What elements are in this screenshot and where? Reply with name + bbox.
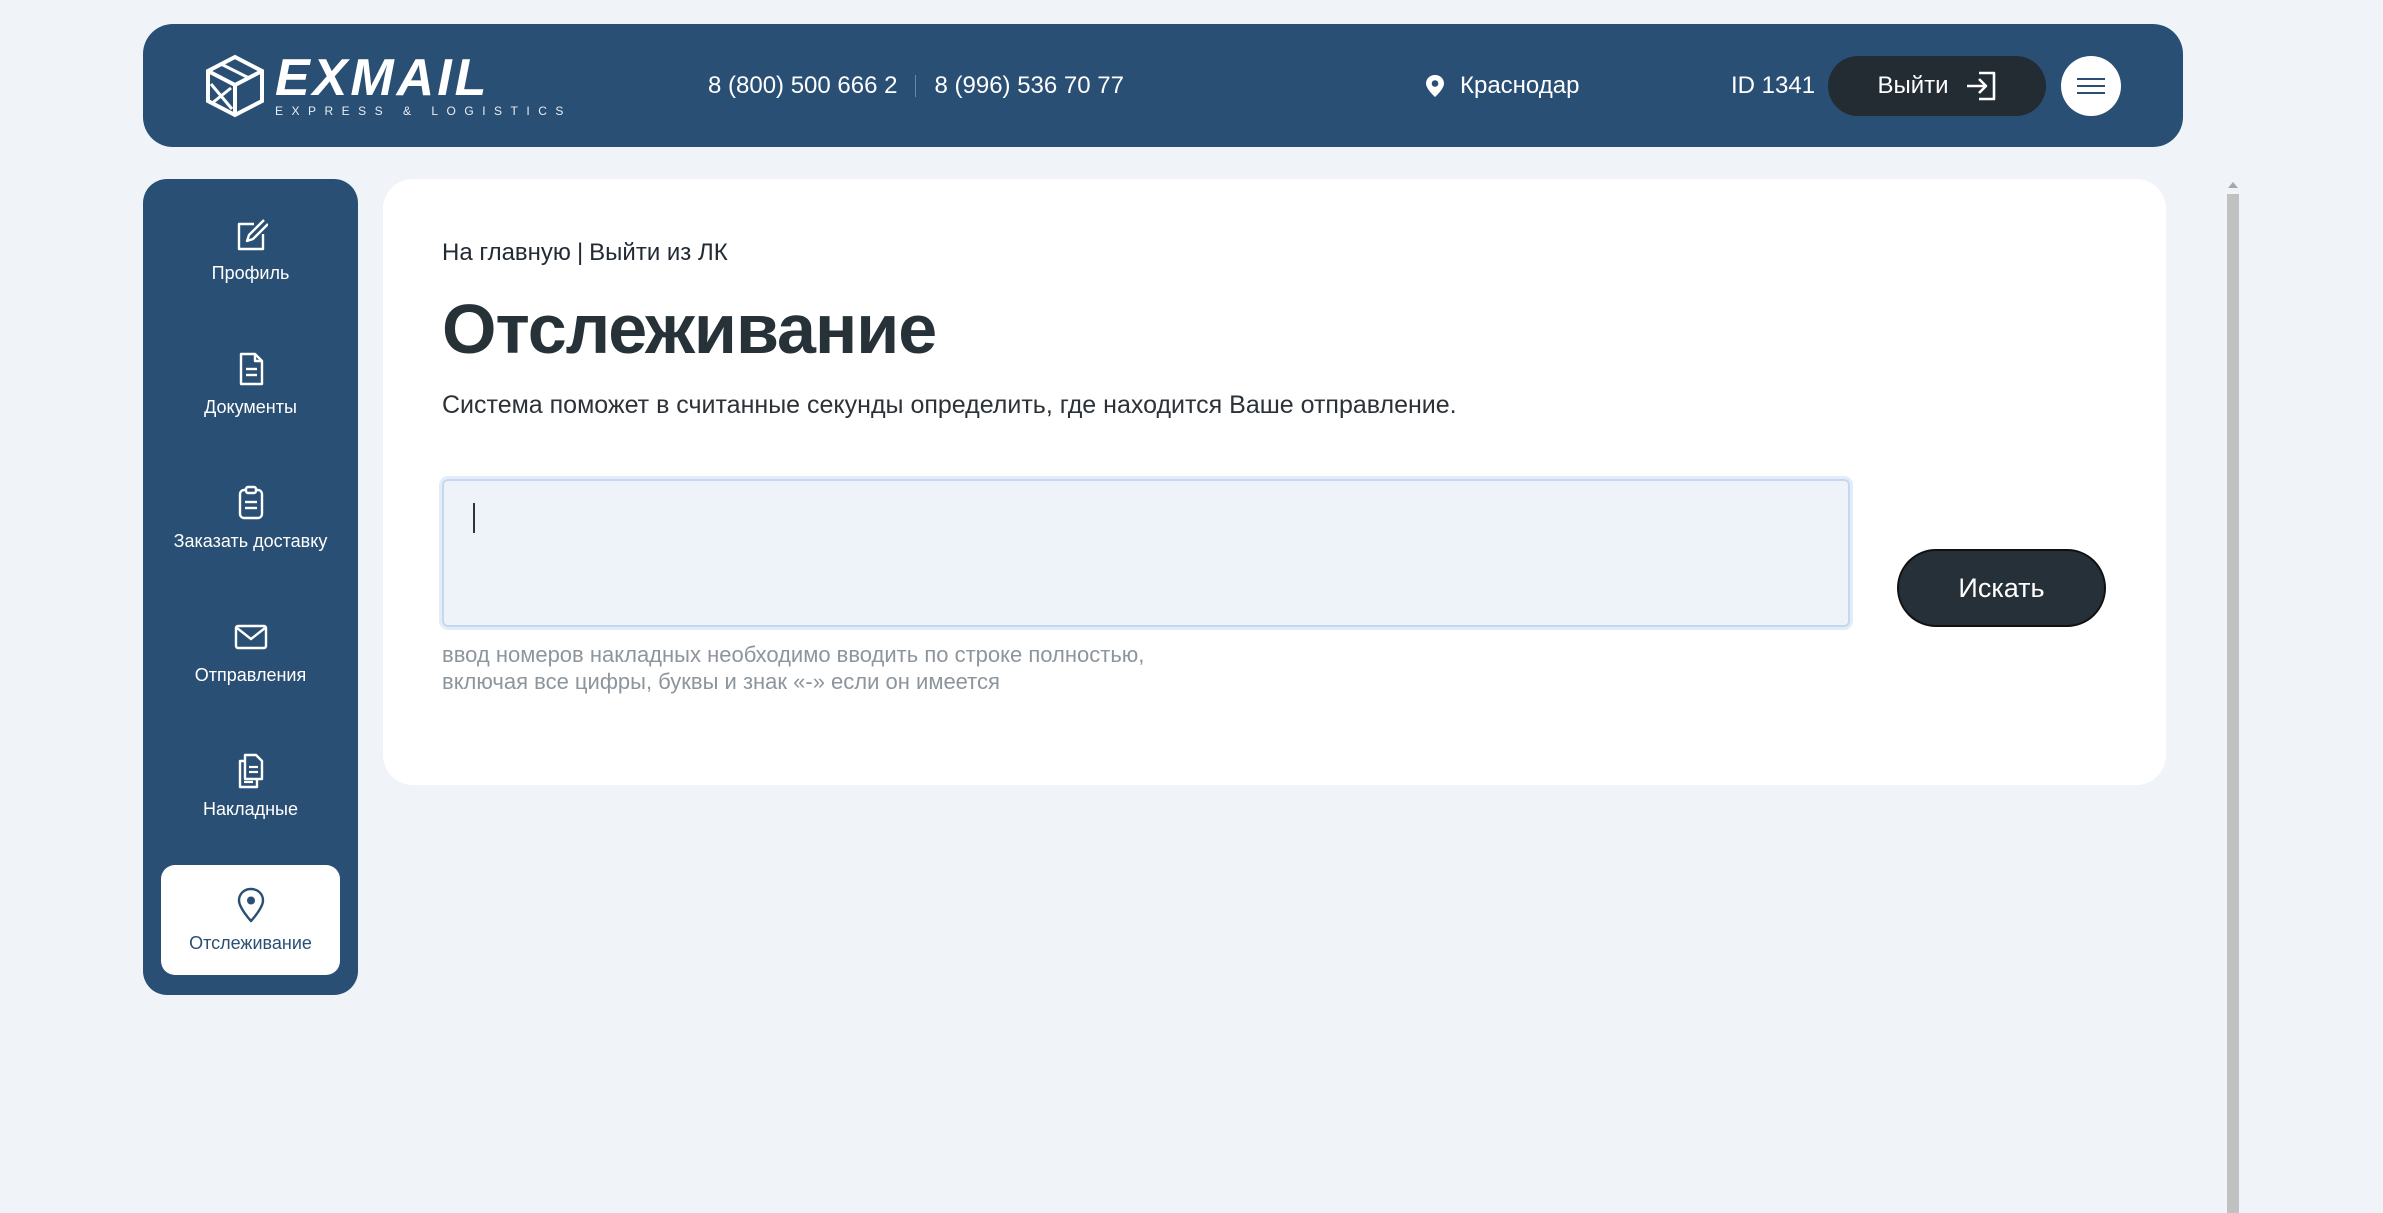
- sidebar-item-waybills[interactable]: Накладные: [161, 731, 340, 841]
- edit-profile-icon: [237, 218, 268, 250]
- logo[interactable]: EXMAIL EXPRESS & LOGISTICS: [203, 49, 572, 118]
- breadcrumb-home-link[interactable]: На главную: [442, 239, 571, 266]
- logout-button[interactable]: Выйти: [1828, 56, 2046, 116]
- sidebar-item-documents[interactable]: Документы: [161, 329, 340, 439]
- user-id: ID 1341: [1731, 71, 1816, 99]
- logout-icon: [1966, 71, 1995, 101]
- sidebar-item-label: Заказать доставку: [173, 530, 328, 551]
- breadcrumb-logout-link[interactable]: Выйти из ЛК: [589, 239, 728, 266]
- scrollbar-up-arrow-icon[interactable]: [2228, 182, 2238, 188]
- top-header: EXMAIL EXPRESS & LOGISTICS 8 (800) 500 6…: [143, 24, 2183, 147]
- location-pin-icon: [237, 887, 264, 922]
- text-caret: [473, 503, 475, 533]
- sidebar-item-label: Отслеживание: [189, 932, 312, 953]
- envelope-icon: [234, 624, 267, 649]
- page-title: Отслеживание: [442, 290, 937, 368]
- logo-cube-icon: [206, 54, 264, 118]
- sidebar-nav: Профиль Документы Заказать доставку Отпр…: [143, 179, 358, 995]
- sidebar-item-label: Отправления: [194, 664, 307, 685]
- hamburger-menu-button[interactable]: [2061, 56, 2121, 116]
- sidebar-item-profile[interactable]: Профиль: [161, 195, 340, 305]
- input-hint: ввод номеров накладных необходимо вводит…: [442, 641, 1144, 695]
- city-selector[interactable]: Краснодар: [1425, 24, 1579, 147]
- document-icon: [239, 352, 263, 385]
- breadcrumb: На главную | Выйти из ЛК: [442, 239, 728, 267]
- hamburger-icon: [2077, 78, 2105, 94]
- phone-numbers: 8 (800) 500 666 2 8 (996) 536 70 77: [708, 24, 1124, 147]
- sidebar-item-label: Документы: [204, 396, 297, 417]
- breadcrumb-separator: |: [576, 239, 584, 266]
- logo-wordmark: EXMAIL: [275, 49, 490, 107]
- tracking-card: На главную | Выйти из ЛК Отслеживание Сист…: [383, 179, 2166, 785]
- sidebar-item-label: Профиль: [211, 262, 290, 283]
- sidebar-item-shipments[interactable]: Отправления: [161, 597, 340, 707]
- city-name: Краснодар: [1460, 71, 1580, 99]
- phone-divider: [915, 74, 917, 97]
- tracking-number-input[interactable]: [442, 479, 1850, 627]
- location-pin-icon: [1426, 74, 1444, 97]
- sidebar-item-tracking[interactable]: Отслеживание: [161, 865, 340, 975]
- hint-line: включая все цифры, буквы и знак «-» если…: [442, 669, 1000, 694]
- search-button[interactable]: Искать: [1897, 549, 2106, 627]
- logout-label: Выйти: [1877, 72, 1949, 99]
- clipboard-icon: [238, 485, 263, 519]
- scrollbar-thumb[interactable]: [2227, 194, 2239, 1213]
- sidebar-item-order-delivery[interactable]: Заказать доставку: [161, 463, 340, 573]
- logo-tagline: EXPRESS & LOGISTICS: [275, 104, 572, 118]
- page-subtitle: Система поможет в считанные секунды опре…: [442, 391, 1457, 419]
- hint-line: ввод номеров накладных необходимо вводит…: [442, 642, 1145, 667]
- phone-link-1[interactable]: 8 (800) 500 666 2: [708, 72, 897, 100]
- files-icon: [238, 753, 263, 788]
- sidebar-item-label: Накладные: [203, 798, 298, 819]
- phone-link-2[interactable]: 8 (996) 536 70 77: [934, 72, 1123, 100]
